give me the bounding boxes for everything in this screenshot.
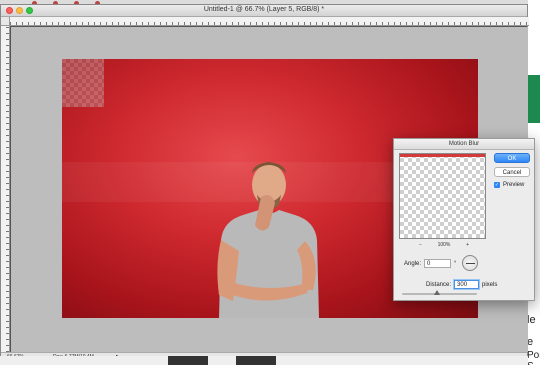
window-titlebar[interactable]: Untitled-1 @ 66.7% (Layer 5, RGB/8) *	[1, 5, 527, 17]
preview-content	[400, 154, 485, 157]
window-title: Untitled-1 @ 66.7% (Layer 5, RGB/8) *	[203, 6, 325, 13]
preview-checkbox[interactable]: ✓	[494, 182, 500, 188]
vertical-ruler[interactable]	[1, 26, 10, 352]
background-text-1: le	[527, 314, 536, 326]
angle-unit: °	[454, 260, 457, 267]
horizontal-ruler[interactable]	[10, 17, 529, 26]
screen: le e Ponte S Untitled-1 @ 66.7% (Layer 5…	[0, 0, 540, 365]
distance-input[interactable]: 300	[454, 280, 480, 289]
preview-zoom-controls: − 100% +	[419, 242, 469, 250]
distance-unit: pixels	[482, 281, 498, 288]
angle-row: Angle: 0 °	[404, 259, 456, 268]
preview-zoom-level: 100%	[437, 242, 451, 248]
preview-label: Preview	[503, 182, 525, 188]
ok-button[interactable]: OK	[494, 153, 530, 163]
angle-input[interactable]: 0	[424, 259, 452, 268]
distance-slider-thumb[interactable]	[433, 290, 440, 295]
distance-row: Distance: 300 pixels	[426, 280, 497, 289]
zoom-in-button[interactable]: +	[466, 242, 469, 250]
filter-preview[interactable]	[399, 153, 486, 239]
background-thumb	[236, 356, 276, 365]
distance-label: Distance:	[426, 281, 452, 288]
angle-label: Angle:	[404, 260, 422, 267]
distance-slider[interactable]	[402, 290, 477, 295]
background-lower-strip	[0, 356, 528, 365]
background-green-block	[528, 75, 540, 123]
cancel-button[interactable]: Cancel	[494, 167, 530, 177]
motion-blur-dialog: Motion Blur − 100% + OK Cancel ✓ Preview…	[393, 138, 535, 301]
person-figure	[217, 162, 319, 318]
transparent-patch	[62, 59, 104, 107]
ruler-origin[interactable]	[1, 17, 10, 26]
background-text-3: Ponte S	[527, 350, 540, 365]
preview-checkbox-row[interactable]: ✓ Preview	[494, 182, 524, 188]
zoom-out-button[interactable]: −	[419, 242, 422, 250]
background-thumb	[168, 356, 208, 365]
dialog-title[interactable]: Motion Blur	[394, 139, 534, 150]
angle-dial[interactable]	[462, 255, 478, 271]
